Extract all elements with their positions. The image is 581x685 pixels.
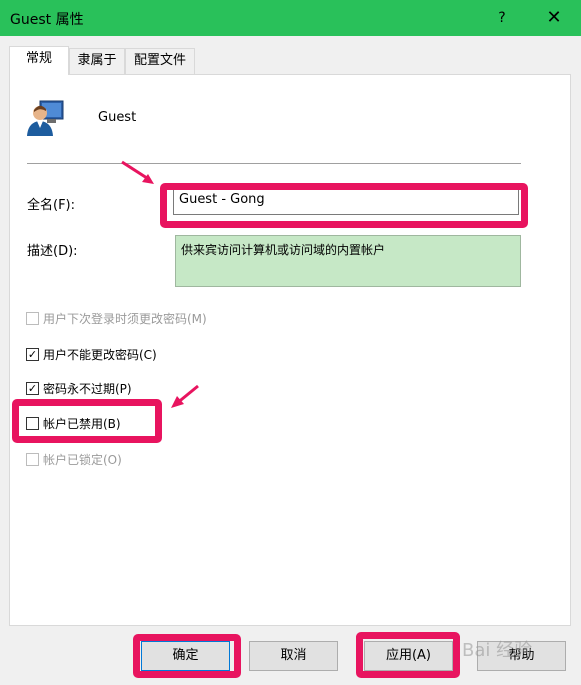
checkbox-box[interactable] [26, 416, 39, 430]
cancel-button[interactable]: 取消 [249, 641, 338, 671]
description-label: 描述(D): [27, 244, 78, 259]
apply-button[interactable]: 应用(A) [364, 641, 453, 671]
tab-member-of[interactable]: 隶属于 [69, 48, 125, 74]
checkbox-label: 用户不能更改密码(C) [43, 347, 157, 362]
checkbox-account-locked[interactable]: 帐户已锁定(O) [26, 450, 122, 468]
divider [27, 163, 521, 164]
fullname-label: 全名(F): [27, 198, 76, 213]
checkbox-cannot-change-password[interactable]: ✓ 用户不能更改密码(C) [26, 345, 157, 363]
help-button[interactable]: 帮助 [477, 641, 566, 671]
checkbox-must-change-password[interactable]: 用户下次登录时须更改密码(M) [26, 309, 207, 327]
checkbox-label: 用户下次登录时须更改密码(M) [43, 311, 207, 326]
tab-general[interactable]: 常规 [9, 46, 69, 75]
user-name: Guest [98, 110, 137, 125]
title-bar: Guest 属性 ? ✕ [0, 0, 581, 36]
window-title: Guest 属性 [10, 12, 84, 28]
checkbox-box[interactable] [26, 311, 39, 325]
help-title-button[interactable]: ? [487, 0, 517, 36]
checkbox-label: 帐户已锁定(O) [43, 452, 122, 467]
user-account-icon [27, 100, 64, 136]
checkbox-label: 帐户已禁用(B) [43, 416, 121, 431]
tab-profile[interactable]: 配置文件 [125, 48, 195, 74]
fullname-field[interactable]: Guest - Gong [173, 187, 519, 215]
checkbox-box-checked[interactable]: ✓ [26, 381, 39, 395]
checkbox-account-disabled[interactable]: 帐户已禁用(B) [26, 414, 121, 432]
close-button[interactable]: ✕ [539, 0, 569, 36]
checkbox-password-never-expires[interactable]: ✓ 密码永不过期(P) [26, 379, 132, 397]
checkbox-label: 密码永不过期(P) [43, 381, 132, 396]
ok-button[interactable]: 确定 [141, 641, 230, 671]
checkbox-box[interactable] [26, 452, 39, 466]
general-tab-panel: Guest 全名(F): Guest - Gong 描述(D): 供来宾访问计算… [9, 74, 571, 626]
description-field[interactable]: 供来宾访问计算机或访问域的内置帐户 [175, 235, 521, 287]
checkbox-box-checked[interactable]: ✓ [26, 347, 39, 361]
